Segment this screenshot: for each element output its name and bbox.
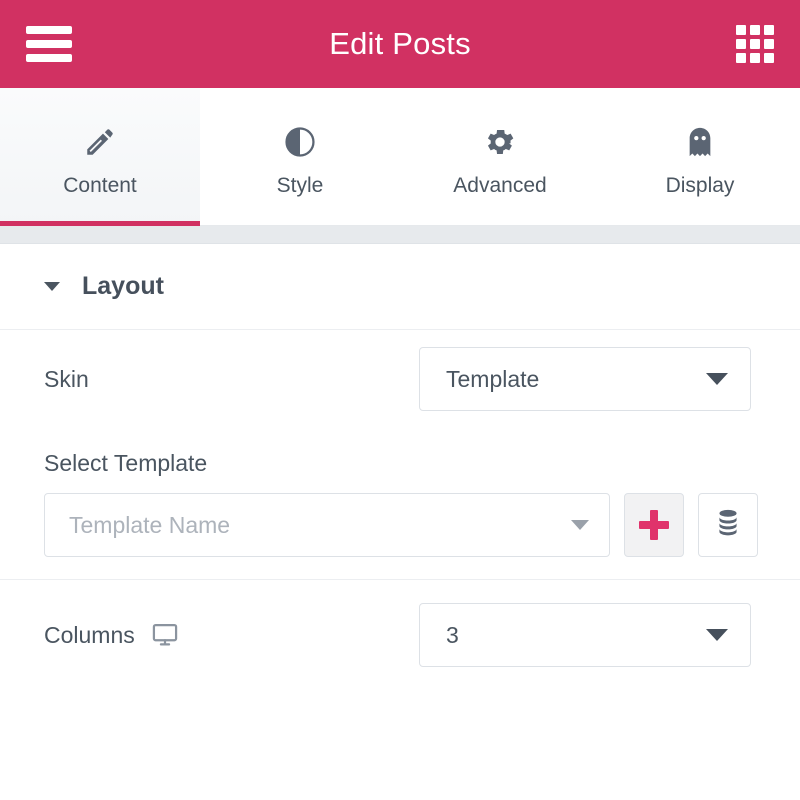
chevron-down-icon (706, 373, 728, 385)
template-name-select[interactable]: Template Name (44, 493, 610, 557)
template-name-placeholder: Template Name (69, 511, 231, 538)
gear-icon (483, 122, 517, 162)
columns-select-value: 3 (446, 621, 459, 648)
grid-cell (750, 25, 760, 35)
grid-cell (764, 53, 774, 63)
grid-cell (736, 53, 746, 63)
pencil-icon (83, 122, 117, 162)
tab-content[interactable]: Content (0, 88, 200, 226)
chevron-down-icon (571, 520, 589, 530)
caret-down-icon (44, 282, 60, 291)
database-stack-icon (715, 508, 741, 543)
grid-apps-icon[interactable] (736, 25, 774, 63)
app-header: Edit Posts (0, 0, 800, 88)
tab-label: Content (63, 173, 137, 197)
ghost-icon (683, 122, 717, 162)
grid-cell (764, 25, 774, 35)
chevron-down-icon (706, 629, 728, 641)
tab-display[interactable]: Display (600, 88, 800, 225)
grid-cell (736, 39, 746, 49)
select-template-label: Select Template (44, 450, 208, 476)
field-row-columns: Columns 3 (0, 580, 800, 690)
page-title: Edit Posts (329, 26, 471, 61)
section-title: Layout (82, 272, 164, 300)
skin-select-value: Template (446, 365, 540, 392)
plus-icon (639, 510, 669, 540)
columns-label: Columns (44, 621, 135, 648)
tab-bar: Content Style Advanced Display (0, 88, 800, 226)
select-template-controls: Template Name (44, 493, 758, 557)
skin-label: Skin (44, 365, 89, 392)
field-row-select-template: Select Template Template Name (0, 428, 800, 580)
columns-select[interactable]: 3 (419, 603, 751, 667)
section-header-layout[interactable]: Layout (0, 244, 800, 330)
contrast-icon (283, 122, 317, 162)
tab-advanced[interactable]: Advanced (400, 88, 600, 225)
grid-cell (750, 53, 760, 63)
tab-label: Display (665, 173, 735, 197)
skin-select[interactable]: Template (419, 347, 751, 411)
tab-panel-divider (0, 226, 800, 244)
hamburger-bar (26, 26, 72, 34)
add-template-button[interactable] (624, 493, 684, 557)
grid-cell (750, 39, 760, 49)
grid-cell (736, 25, 746, 35)
template-library-button[interactable] (698, 493, 758, 557)
hamburger-bar (26, 40, 72, 48)
hamburger-bar (26, 54, 72, 62)
desktop-monitor-icon[interactable] (151, 621, 179, 649)
tab-style[interactable]: Style (200, 88, 400, 225)
hamburger-menu-icon[interactable] (26, 26, 72, 62)
grid-cell (764, 39, 774, 49)
columns-label-group: Columns (44, 621, 419, 649)
field-row-skin: Skin Template (0, 330, 800, 428)
tab-label: Advanced (453, 173, 547, 197)
tab-label: Style (276, 173, 324, 197)
